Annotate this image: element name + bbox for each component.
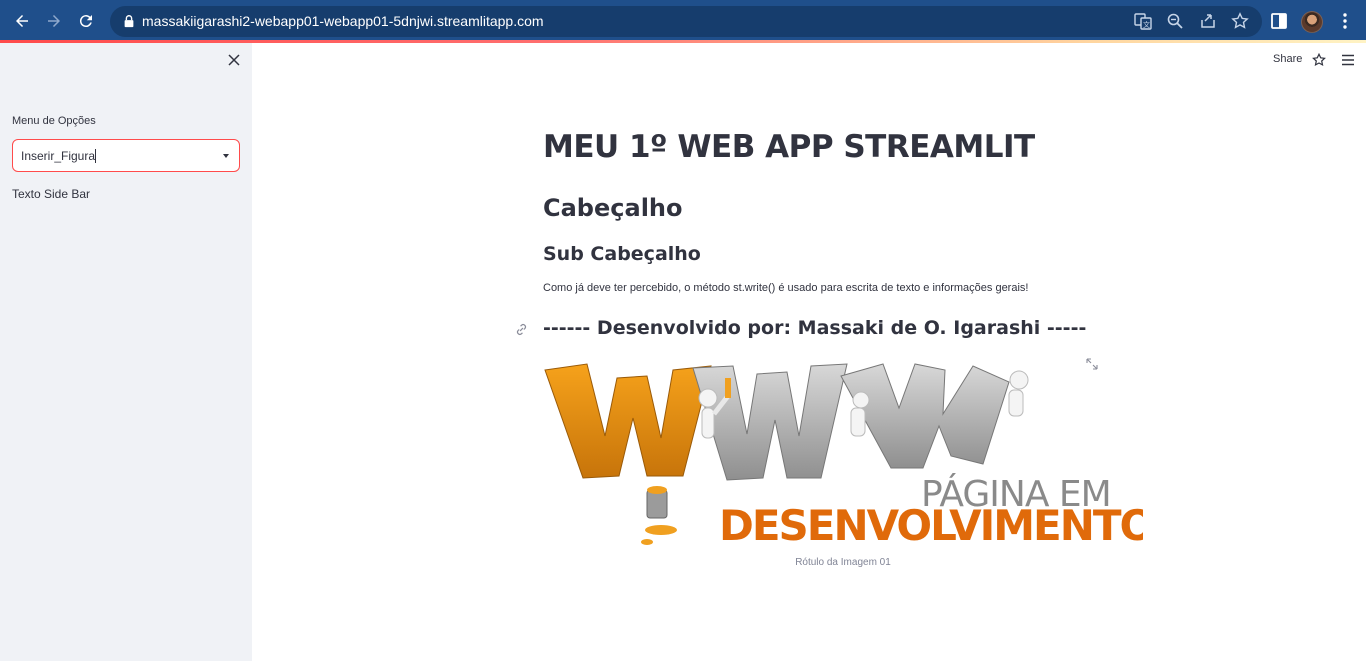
page-title: MEU 1º WEB APP STREAMLIT: [543, 129, 1035, 165]
reload-icon[interactable]: [75, 10, 97, 32]
address-bar[interactable]: massakiigarashi2-webapp01-webapp01-5dnjw…: [110, 6, 1262, 37]
zoom-icon[interactable]: [1166, 12, 1184, 30]
text-caret: [95, 149, 96, 163]
page-header: Cabeçalho: [543, 194, 683, 222]
options-select[interactable]: Inserir_Figura: [12, 139, 240, 172]
select-label: Menu de Opções: [12, 115, 96, 127]
close-icon[interactable]: [227, 53, 241, 67]
hamburger-menu-icon[interactable]: [1341, 54, 1355, 66]
kebab-menu-icon[interactable]: [1336, 12, 1354, 30]
select-value[interactable]: Inserir_Figura: [21, 149, 95, 163]
bookmark-star-icon[interactable]: [1231, 12, 1249, 30]
lock-icon[interactable]: [122, 14, 136, 28]
svg-text:文: 文: [1143, 20, 1150, 29]
sidebar-text: Texto Side Bar: [12, 187, 91, 201]
back-icon[interactable]: [11, 10, 33, 32]
star-icon[interactable]: [1312, 53, 1326, 67]
share-button[interactable]: Share: [1273, 53, 1302, 65]
developer-heading: ------ Desenvolvido por: Massaki de O. I…: [543, 317, 1087, 339]
avatar[interactable]: [1301, 11, 1323, 33]
under-construction-image: PÁGINA EM DESENVOLVIMENTO: [544, 363, 1143, 550]
translate-icon[interactable]: 文: [1134, 12, 1152, 30]
chevron-down-icon[interactable]: [223, 154, 229, 158]
side-panel-icon[interactable]: [1270, 12, 1288, 30]
link-icon[interactable]: [514, 322, 529, 337]
sidebar: Menu de Opções Inserir_Figura Texto Side…: [0, 43, 252, 661]
share-page-icon[interactable]: [1199, 12, 1217, 30]
body-text: Como já deve ter percebido, o método st.…: [543, 282, 1029, 294]
page-subheader: Sub Cabeçalho: [543, 243, 701, 265]
image-title-line2: DESENVOLVIMENTO: [719, 501, 1143, 550]
image-caption: Rótulo da Imagem 01: [795, 557, 891, 568]
forward-icon[interactable]: [43, 10, 65, 32]
url-text[interactable]: massakiigarashi2-webapp01-webapp01-5dnjw…: [142, 13, 544, 29]
browser-toolbar: massakiigarashi2-webapp01-webapp01-5dnjw…: [0, 0, 1366, 42]
